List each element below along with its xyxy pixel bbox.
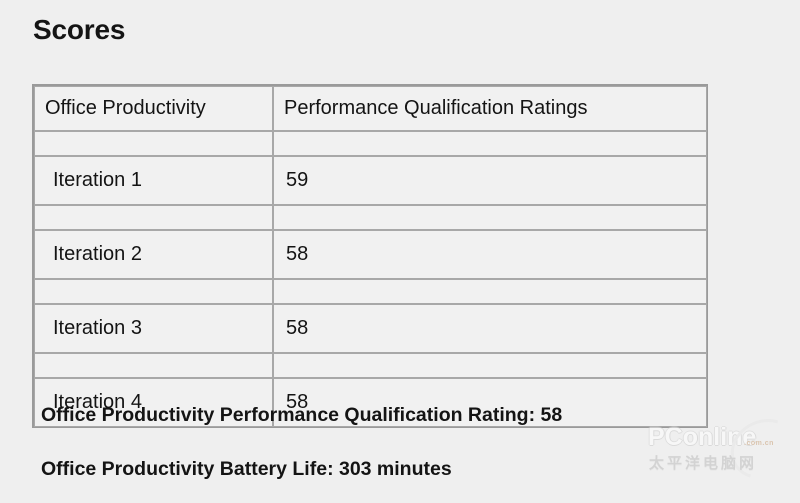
row-label-iteration-1: Iteration 1 (34, 156, 273, 205)
scores-table-body: Office Productivity Performance Qualific… (34, 86, 707, 427)
row-value-iteration-1: 59 (273, 156, 707, 205)
row-spacer (34, 131, 707, 156)
table-row: Iteration 1 59 (34, 156, 707, 205)
document-page: Scores Office Productivity Performance Q… (0, 0, 800, 503)
summary-rating-line: Office Productivity Performance Qualific… (41, 404, 563, 426)
summary-section: Office Productivity Performance Qualific… (41, 402, 781, 482)
scores-table: Office Productivity Performance Qualific… (34, 86, 707, 427)
table-header-row: Office Productivity Performance Qualific… (34, 86, 707, 131)
scores-table-container: Office Productivity Performance Qualific… (32, 84, 708, 428)
row-label-iteration-3: Iteration 3 (34, 304, 273, 353)
row-value-iteration-3: 58 (273, 304, 707, 353)
table-row: Iteration 3 58 (34, 304, 707, 353)
column-header-performance-qualification-ratings: Performance Qualification Ratings (273, 86, 707, 131)
row-spacer (34, 353, 707, 378)
row-value-iteration-2: 58 (273, 230, 707, 279)
row-label-iteration-2: Iteration 2 (34, 230, 273, 279)
table-row: Iteration 2 58 (34, 230, 707, 279)
page-title: Scores (33, 14, 126, 45)
row-spacer (34, 205, 707, 230)
column-header-office-productivity: Office Productivity (34, 86, 273, 131)
summary-battery-line: Office Productivity Battery Life: 303 mi… (41, 458, 452, 480)
row-spacer (34, 279, 707, 304)
